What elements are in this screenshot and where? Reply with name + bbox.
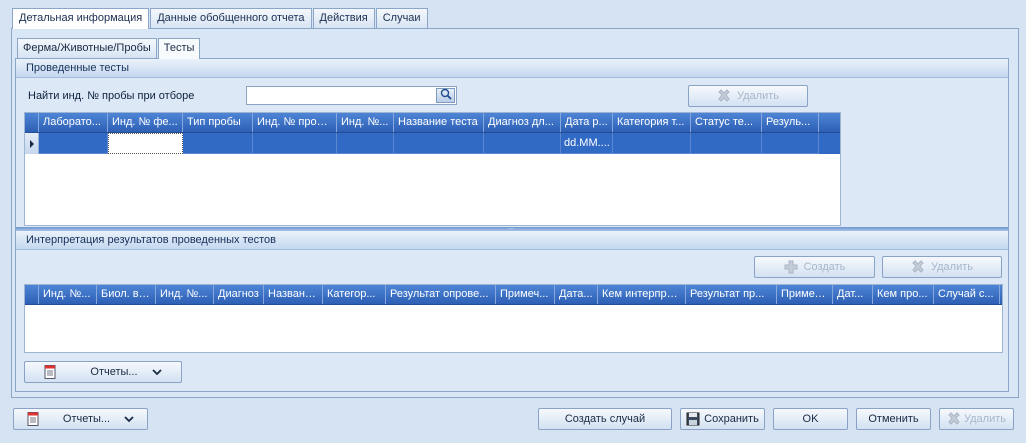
magnifier-icon [440, 88, 452, 103]
ok-label: OK [802, 413, 819, 425]
delete-interpretation-button[interactable]: Удалить [882, 256, 1002, 278]
cell-date[interactable]: dd.MM.... [561, 133, 613, 154]
col-date-2[interactable]: Дат... [833, 285, 873, 304]
main-tab-strip: Детальная информация Данные обобщенного … [12, 8, 429, 29]
col-test-category[interactable]: Категория т... [613, 113, 691, 132]
col-note-2[interactable]: Примеч... [777, 285, 833, 304]
x-icon [911, 260, 925, 274]
col-date[interactable]: Дата... [555, 285, 598, 304]
save-button[interactable]: Сохранить [680, 408, 765, 430]
footer-reports-label: Отчеты... [62, 413, 111, 425]
col-id[interactable]: Инд. №... [337, 113, 394, 132]
cell-laboratory[interactable] [39, 133, 108, 154]
x-icon [717, 89, 731, 103]
interpretation-grid-header: Инд. №... Биол. вид Инд. №... Диагноз На… [25, 285, 1002, 305]
col-check-result[interactable]: Результат пр... [686, 285, 777, 304]
plus-icon [784, 260, 798, 274]
interpretation-grid: Инд. №... Биол. вид Инд. №... Диагноз На… [24, 284, 1003, 353]
col-checked-by[interactable]: Кем про... [873, 285, 934, 304]
col-category[interactable]: Категор... [323, 285, 386, 304]
search-button[interactable] [436, 88, 455, 103]
x-icon [947, 412, 961, 426]
sub-tab-strip: Ферма/Животные/Пробы Тесты [17, 38, 201, 59]
tab-details[interactable]: Детальная информация [12, 8, 150, 29]
interpretation-section-header: Интерпретация результатов проведенных те… [16, 231, 1008, 250]
inner-reports-label: Отчеты... [90, 366, 138, 378]
delete-test-label: Удалить [737, 90, 779, 102]
row-pointer-icon [25, 133, 39, 154]
subtab-tests[interactable]: Тесты [157, 38, 201, 59]
cell-field-id[interactable] [108, 133, 183, 154]
delete-interpretation-label: Удалить [931, 261, 973, 273]
save-label: Сохранить [704, 413, 759, 425]
table-row[interactable]: dd.MM.... [25, 133, 840, 154]
cell-test-name[interactable] [394, 133, 484, 154]
col-id[interactable]: Инд. №... [39, 285, 97, 304]
create-interpretation-label: Создать [803, 261, 846, 273]
col-note[interactable]: Примеч... [496, 285, 555, 304]
col-diagnosis[interactable]: Диагноз [214, 285, 264, 304]
cell-result[interactable] [762, 133, 819, 154]
report-icon [44, 365, 56, 379]
chevron-down-icon [151, 368, 162, 376]
footer-delete-button[interactable]: Удалить [939, 408, 1014, 430]
report-icon [27, 412, 39, 426]
ok-button[interactable]: OK [773, 408, 848, 430]
col-test-name[interactable]: Название теста [394, 113, 484, 132]
sample-search-field[interactable] [246, 86, 457, 105]
tests-grid: Лаборато... Инд. № фе... Тип пробы Инд. … [24, 112, 841, 226]
col-interpreted-by[interactable]: Кем интерпре... [598, 285, 686, 304]
footer-delete-label: Удалить [964, 413, 1006, 425]
tab-summary-report[interactable]: Данные обобщенного отчета [150, 8, 312, 28]
col-refutation-result[interactable]: Результат опрове... [386, 285, 496, 304]
footer-reports-dropdown[interactable]: Отчеты... [13, 408, 148, 430]
col-case[interactable]: Случай с... [934, 285, 1000, 304]
col-test-status[interactable]: Статус те... [691, 113, 762, 132]
col-name[interactable]: Названи... [264, 285, 323, 304]
create-interpretation-button[interactable]: Создать [754, 256, 875, 278]
tests-grid-header: Лаборато... Инд. № фе... Тип пробы Инд. … [25, 113, 840, 133]
delete-test-button[interactable]: Удалить [688, 85, 808, 107]
col-sample-type[interactable]: Тип пробы [183, 113, 253, 132]
tests-panel: Проведенные тесты Найти инд. № пробы при… [15, 58, 1009, 392]
col-species[interactable]: Биол. вид [97, 285, 156, 304]
col-date[interactable]: Дата р... [561, 113, 613, 132]
inner-reports-dropdown[interactable]: Отчеты... [24, 361, 182, 383]
cell-sample-id[interactable] [253, 133, 337, 154]
col-diagnosis[interactable]: Диагноз дл... [484, 113, 561, 132]
col-result[interactable]: Резуль... [762, 113, 819, 132]
floppy-icon [686, 412, 700, 426]
col-id-2[interactable]: Инд. №... [156, 285, 214, 304]
chevron-down-icon [124, 415, 134, 423]
tests-section-header: Проведенные тесты [16, 59, 1008, 78]
cancel-button[interactable]: Отменить [856, 408, 931, 430]
cell-test-category[interactable] [613, 133, 691, 154]
subtab-farm-animals-samples[interactable]: Ферма/Животные/Пробы [17, 38, 157, 58]
cell-id[interactable] [337, 133, 394, 154]
col-sample-id[interactable]: Инд. № проб... [253, 113, 337, 132]
details-panel: Ферма/Животные/Пробы Тесты Проведенные т… [11, 28, 1019, 398]
col-laboratory[interactable]: Лаборато... [39, 113, 108, 132]
create-case-label: Создать случай [564, 413, 646, 425]
grid-corner [25, 113, 39, 132]
grid-corner [25, 285, 39, 304]
cell-sample-type[interactable] [183, 133, 253, 154]
col-field-id[interactable]: Инд. № фе... [108, 113, 183, 132]
search-label: Найти инд. № пробы при отборе [28, 90, 195, 102]
tab-cases[interactable]: Случаи [375, 8, 428, 28]
create-case-button[interactable]: Создать случай [538, 408, 672, 430]
tab-actions[interactable]: Действия [312, 8, 375, 28]
cell-diagnosis[interactable] [484, 133, 561, 154]
cancel-label: Отменить [868, 413, 919, 425]
cell-test-status[interactable] [691, 133, 762, 154]
